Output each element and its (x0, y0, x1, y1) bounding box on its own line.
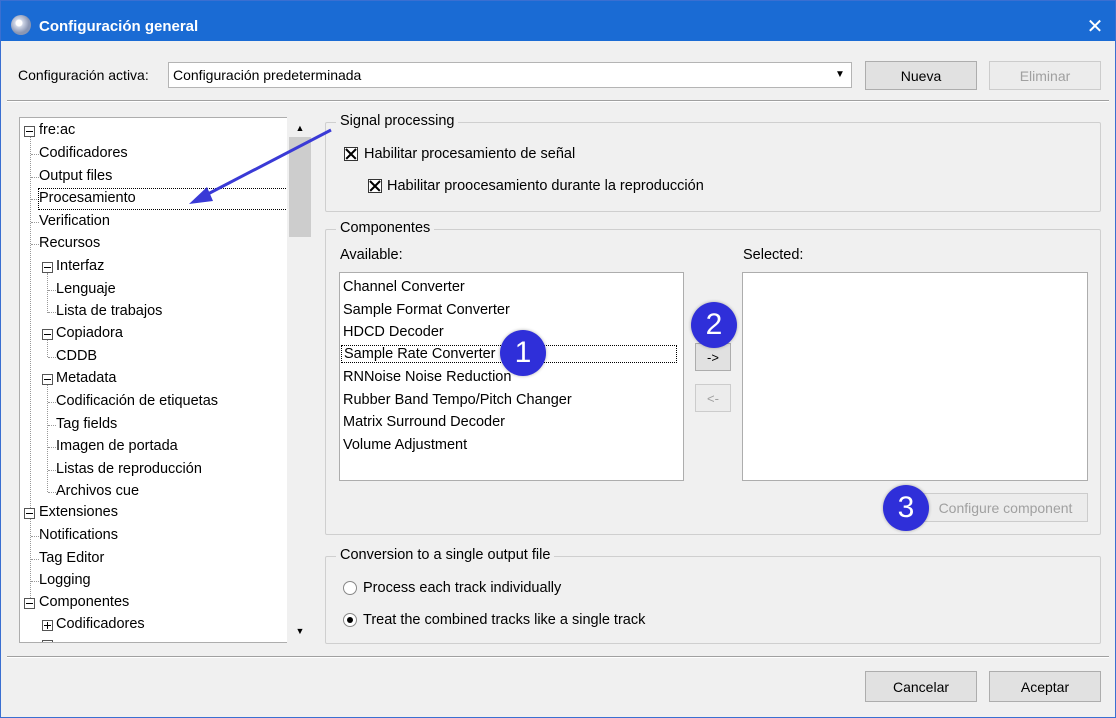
expand-icon[interactable] (42, 620, 53, 631)
tree-line (48, 425, 56, 426)
freac-disc-icon (11, 15, 31, 35)
expand-icon[interactable] (42, 640, 53, 642)
config-dialog: Configuración general ✕ Configuración ac… (0, 0, 1116, 718)
tree-item-componentes-codificadores[interactable]: Codificadores (56, 616, 145, 632)
close-icon[interactable]: ✕ (1081, 15, 1109, 39)
configure-component-button[interactable]: Configure component (923, 493, 1088, 522)
components-title: Componentes (336, 220, 435, 236)
tree-item-procesamiento[interactable]: Procesamiento (39, 190, 136, 206)
annotation-badge-1: 1 (500, 330, 546, 376)
tree-line (48, 312, 56, 313)
tree-item-verification[interactable]: Verification (39, 213, 110, 229)
tree-line (31, 222, 39, 223)
tree-line (31, 177, 39, 178)
list-item[interactable]: Volume Adjustment (343, 437, 467, 453)
list-item[interactable]: HDCD Decoder (343, 324, 444, 340)
tree-line (48, 357, 56, 358)
tree-item-imagen-portada[interactable]: Imagen de portada (56, 438, 178, 454)
selected-label: Selected: (743, 247, 804, 263)
tree-item-freac[interactable]: fre:ac (39, 122, 75, 138)
tree-item-lenguaje[interactable]: Lenguaje (56, 281, 116, 297)
active-config-value: Configuración predeterminada (173, 67, 362, 83)
tree-item-listas-reproduccion[interactable]: Listas de reproducción (56, 461, 202, 477)
conversion-group: Conversion to a single output file (325, 547, 1101, 644)
tree-line (48, 447, 56, 448)
tree-item-componentes[interactable]: Componentes (39, 594, 129, 610)
collapse-icon[interactable] (42, 262, 53, 273)
top-divider (7, 100, 1109, 102)
tree-scrollbar[interactable]: ▲ ▼ (287, 117, 313, 643)
signal-processing-group: Signal processing (325, 113, 1101, 212)
tree-item-output-files[interactable]: Output files (39, 168, 112, 184)
remove-component-button[interactable]: <- (695, 384, 731, 412)
tree-line (31, 244, 39, 245)
tree-item-codificadores[interactable]: Codificadores (39, 145, 128, 161)
tree-line (48, 290, 56, 291)
tree-item-tag-fields[interactable]: Tag fields (56, 416, 117, 432)
signal-processing-title: Signal processing (336, 113, 459, 129)
tree-line (47, 340, 48, 357)
combined-track-label[interactable]: Treat the combined tracks like a single … (363, 612, 645, 628)
collapse-icon[interactable] (42, 374, 53, 385)
tree-item-copiadora[interactable]: Copiadora (56, 325, 123, 341)
window-title: Configuración general (39, 18, 199, 35)
combined-track-radio[interactable] (343, 613, 357, 627)
tree-item-logging[interactable]: Logging (39, 572, 91, 588)
scroll-down-icon[interactable]: ▼ (287, 622, 313, 640)
settings-tree[interactable]: fre:ac Codificadores Output files Proces… (19, 117, 313, 643)
tree-item-notifications[interactable]: Notifications (39, 527, 118, 543)
tree-item-metadata[interactable]: Metadata (56, 370, 116, 386)
tree-line (31, 559, 39, 560)
available-components-list[interactable]: Channel Converter Sample Format Converte… (339, 272, 684, 481)
tree-item-interfaz[interactable]: Interfaz (56, 258, 104, 274)
available-label: Available: (340, 247, 403, 263)
tree-item-recursos[interactable]: Recursos (39, 235, 100, 251)
bottom-divider (7, 656, 1109, 658)
tree-line (48, 492, 56, 493)
collapse-icon[interactable] (24, 126, 35, 137)
tree-line (30, 135, 31, 608)
scroll-thumb[interactable] (289, 137, 311, 237)
collapse-icon[interactable] (24, 598, 35, 609)
delete-config-button[interactable]: Eliminar (989, 61, 1101, 90)
enable-playback-checkbox[interactable] (368, 179, 382, 193)
scroll-up-icon[interactable]: ▲ (287, 119, 313, 137)
list-item[interactable]: Sample Format Converter (343, 302, 510, 318)
tree-item-archivos-cue[interactable]: Archivos cue (56, 483, 139, 499)
tree-item-cddb[interactable]: CDDB (56, 348, 97, 364)
tree-line (31, 154, 39, 155)
tree-item-codificacion-etiquetas[interactable]: Codificación de etiquetas (56, 393, 218, 409)
enable-playback-label[interactable]: Habilitar proocesamiento durante la repr… (387, 178, 704, 194)
process-individually-radio[interactable] (343, 581, 357, 595)
tree-item-tag-editor[interactable]: Tag Editor (39, 550, 104, 566)
enable-signal-checkbox[interactable] (344, 147, 358, 161)
chevron-down-icon[interactable]: ▼ (829, 63, 851, 87)
list-item[interactable]: RNNoise Noise Reduction (343, 369, 511, 385)
annotation-badge-3: 3 (883, 485, 929, 531)
tree-line (47, 273, 48, 313)
collapse-icon[interactable] (42, 329, 53, 340)
list-item[interactable]: Rubber Band Tempo/Pitch Changer (343, 392, 572, 408)
title-bar[interactable]: Configuración general ✕ (1, 1, 1115, 41)
cancel-button[interactable]: Cancelar (865, 671, 977, 702)
selected-components-list[interactable] (742, 272, 1088, 481)
collapse-icon[interactable] (24, 508, 35, 519)
tree-item-lista-trabajos[interactable]: Lista de trabajos (56, 303, 162, 319)
list-item[interactable]: Channel Converter (343, 279, 465, 295)
tree-line (31, 581, 39, 582)
accept-button[interactable]: Aceptar (989, 671, 1101, 702)
active-config-select[interactable]: Configuración predeterminada ▼ (168, 62, 852, 88)
annotation-badge-2: 2 (691, 302, 737, 348)
active-config-label: Configuración activa: (18, 67, 149, 83)
list-item[interactable]: Matrix Surround Decoder (343, 414, 505, 430)
enable-signal-label[interactable]: Habilitar procesamiento de señal (364, 146, 575, 162)
tree-line (31, 536, 39, 537)
tree-item-extensiones[interactable]: Extensiones (39, 504, 118, 520)
tree-line (48, 402, 56, 403)
tree-line (48, 470, 56, 471)
conversion-title: Conversion to a single output file (336, 547, 555, 563)
new-config-button[interactable]: Nueva (865, 61, 977, 90)
process-individually-label[interactable]: Process each track individually (363, 580, 561, 596)
